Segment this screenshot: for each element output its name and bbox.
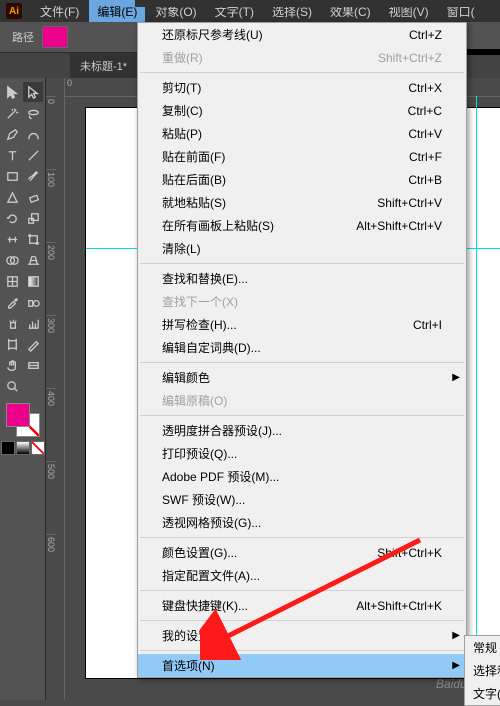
lasso-tool-icon[interactable] [23,103,43,123]
document-tab[interactable]: 未标题-1* [70,52,137,79]
submenu-item[interactable]: 文字( [465,682,500,705]
symbol-sprayer-icon[interactable] [2,313,22,333]
menu-item[interactable]: 在所有画板上粘贴(S)Alt+Shift+Ctrl+V [138,214,466,237]
menu-item[interactable]: Adobe PDF 预设(M)... [138,465,466,488]
menu-item[interactable]: 贴在后面(B)Ctrl+B [138,168,466,191]
mesh-tool-icon[interactable] [2,271,22,291]
direct-selection-tool-icon[interactable] [23,82,43,102]
menu-item[interactable]: 透明度拼合器预设(J)... [138,419,466,442]
menu-item[interactable]: 粘贴(P)Ctrl+V [138,122,466,145]
menu-item[interactable]: 就地粘贴(S)Shift+Ctrl+V [138,191,466,214]
menu-item[interactable]: 剪切(T)Ctrl+X [138,76,466,99]
paintbrush-tool-icon[interactable] [23,166,43,186]
edit-menu-dropdown: 还原标尺参考线(U)Ctrl+Z重做(R)Shift+Ctrl+Z 剪切(T)Ct… [137,22,467,678]
graph-tool-icon[interactable] [23,313,43,333]
color-mode-solid-icon[interactable] [1,441,15,455]
preferences-submenu: 常规选择和文字( [464,635,500,706]
artboard-tool-icon[interactable] [2,334,22,354]
menu-item[interactable]: 我的设置▶ [138,624,466,647]
gradient-tool-icon[interactable] [23,271,43,291]
menu-item: 重做(R)Shift+Ctrl+Z [138,46,466,69]
path-label: 路径 [12,29,34,45]
fill-swatch-icon[interactable] [6,403,30,427]
shape-builder-icon[interactable] [2,250,22,270]
line-tool-icon[interactable] [23,145,43,165]
curvature-tool-icon[interactable] [23,124,43,144]
fill-swatch[interactable] [42,26,68,48]
menu-item[interactable]: 拼写检查(H)...Ctrl+I [138,313,466,336]
menu-item[interactable]: 复制(C)Ctrl+C [138,99,466,122]
tools-panel [0,78,46,700]
menu-item[interactable]: 还原标尺参考线(U)Ctrl+Z [138,23,466,46]
ruler-vertical[interactable]: 0100200300400500600 [46,96,65,700]
rectangle-tool-icon[interactable] [2,166,22,186]
window-edge [135,0,500,7]
type-tool-icon[interactable] [2,145,22,165]
empty-tool [23,376,43,396]
ruler-guide-v[interactable] [476,96,477,700]
menu-item[interactable]: 键盘快捷键(K)...Alt+Shift+Ctrl+K [138,594,466,617]
menu-item[interactable]: 首选项(N)▶ [138,654,466,677]
shaper-tool-icon[interactable] [2,187,22,207]
menu-item[interactable]: 清除(L) [138,237,466,260]
menu-item[interactable]: 指定配置文件(A)... [138,564,466,587]
free-transform-icon[interactable] [23,229,43,249]
eraser-tool-icon[interactable] [23,187,43,207]
menu-item[interactable]: SWF 预设(W)... [138,488,466,511]
fill-stroke-swatches[interactable] [6,403,40,437]
menu-item[interactable]: 打印预设(Q)... [138,442,466,465]
submenu-item[interactable]: 常规 [465,636,500,659]
selection-tool-icon[interactable] [2,82,22,102]
menu-item[interactable]: 查找和替换(E)... [138,267,466,290]
color-mode-none-icon[interactable] [31,441,45,455]
menu-item[interactable]: 编辑颜色▶ [138,366,466,389]
menu-item[interactable]: 贴在前面(F)Ctrl+F [138,145,466,168]
zoom-tool-icon[interactable] [2,376,22,396]
menu-item: 查找下一个(X) [138,290,466,313]
menu-item[interactable]: 透视网格预设(G)... [138,511,466,534]
pen-tool-icon[interactable] [2,124,22,144]
hand-tool-icon[interactable] [2,355,22,375]
menu-0[interactable]: 文件(F) [32,0,87,23]
width-tool-icon[interactable] [2,229,22,249]
slice-tool-icon[interactable] [23,334,43,354]
perspective-grid-icon[interactable] [23,250,43,270]
submenu-item[interactable]: 选择和 [465,659,500,682]
blend-tool-icon[interactable] [23,292,43,312]
menu-item: 编辑原稿(O) [138,389,466,412]
color-mode-gradient-icon[interactable] [16,441,30,455]
app-logo: Ai [6,3,22,19]
color-mode-icons[interactable] [1,441,45,455]
scale-tool-icon[interactable] [23,208,43,228]
menu-item[interactable]: 颜色设置(G)...Shift+Ctrl+K [138,541,466,564]
eyedropper-tool-icon[interactable] [2,292,22,312]
rotate-tool-icon[interactable] [2,208,22,228]
print-tiling-icon[interactable] [23,355,43,375]
menu-item[interactable]: 编辑自定词典(D)... [138,336,466,359]
magic-wand-icon[interactable] [2,103,22,123]
